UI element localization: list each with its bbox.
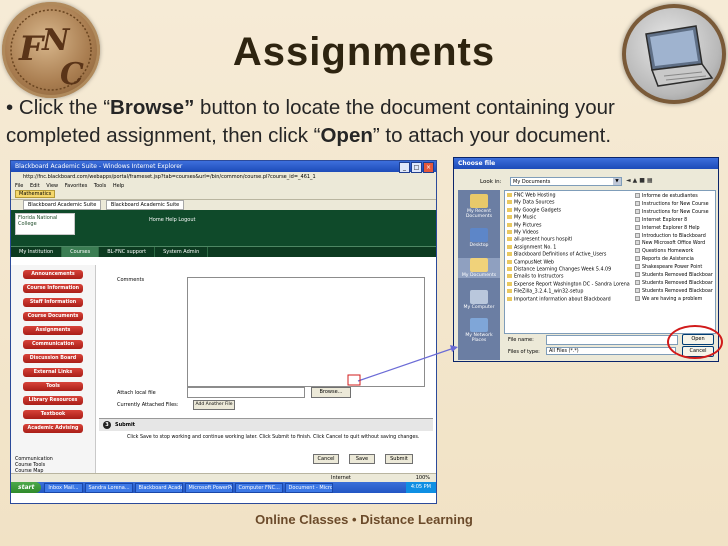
browse-button-highlight <box>347 374 361 386</box>
arrow-head-icon <box>450 345 458 352</box>
pointer-arrow <box>347 345 458 386</box>
arrow-line <box>357 347 455 382</box>
slide-footer: Online Classes • Distance Learning <box>255 512 473 527</box>
